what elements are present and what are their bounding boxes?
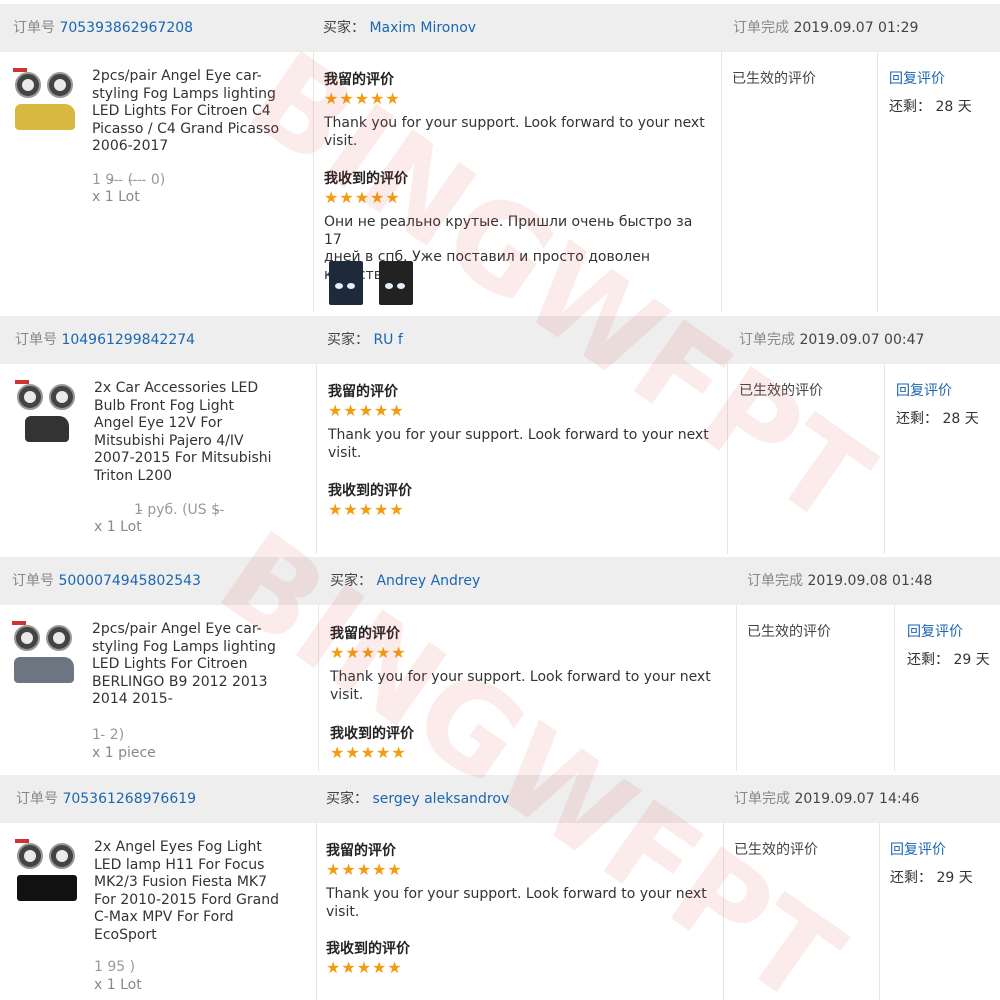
product-image[interactable]: [15, 380, 79, 444]
received-review-heading: 我收到的评价: [326, 941, 410, 957]
my-review-text: Thank you for your support. Look forward…: [326, 886, 707, 920]
product-title[interactable]: 2pcs/pair Angel Eye car-styling Fog Lamp…: [92, 621, 307, 709]
product-quantity: x 1 Lot: [94, 519, 142, 535]
product-price: 1 9̵ ̵ ̵ (̵ ̵ ̵ ̵ 0): [92, 172, 166, 188]
buyer: 买家： Maxim Mironov: [323, 20, 477, 36]
order-number-link[interactable]: 705361268976619: [62, 791, 196, 807]
buyer: 买家： RU f: [327, 332, 403, 348]
buyer-name-link[interactable]: Andrey Andrey: [376, 573, 480, 589]
order-number-link[interactable]: 5000074945802543: [58, 573, 201, 589]
reply-review-link[interactable]: 回复评价: [890, 839, 946, 859]
completed-time: 订单完成 2019.09.07 01:29: [733, 20, 919, 36]
reply-review-link[interactable]: 回复评价: [907, 621, 963, 641]
product-quantity: x 1 piece: [92, 745, 156, 761]
review-status: 已生效的评价: [734, 842, 818, 858]
review-photo[interactable]: [379, 261, 413, 305]
received-review-heading: 我收到的评价: [330, 726, 414, 742]
days-remaining: 还剩： 29 天: [890, 870, 973, 886]
completed-time: 订单完成 2019.09.08 01:48: [747, 573, 933, 589]
received-review-heading: 我收到的评价: [328, 483, 412, 499]
buyer: 买家： Andrey Andrey: [330, 573, 481, 589]
buyer-name-link[interactable]: RU f: [373, 332, 402, 348]
my-review-heading: 我留的评价: [328, 384, 398, 400]
order-header: 订单号 705393862967208 买家： Maxim Mironov 订单…: [0, 4, 1000, 52]
review-photo[interactable]: [329, 261, 363, 305]
days-remaining: 还剩： 28 天: [896, 411, 979, 427]
my-review-text: Thank you for your support. Look forward…: [324, 115, 705, 149]
review-status: 已生效的评价: [732, 71, 816, 87]
order-body: 2x Angel Eyes Fog Light LED lamp H11 For …: [0, 823, 1000, 1000]
received-review-stars: ★★★★★: [330, 743, 407, 762]
reply-review-link[interactable]: 回复评价: [896, 380, 952, 400]
buyer: 买家： sergey aleksandrov: [326, 791, 510, 807]
buyer-name-link[interactable]: Maxim Mironov: [369, 20, 476, 36]
days-remaining: 还剩： 29 天: [907, 652, 990, 668]
product-title[interactable]: 2x Angel Eyes Fog Light LED lamp H11 For …: [94, 839, 304, 944]
order-number: 订单号 705361268976619: [16, 791, 197, 807]
product-image[interactable]: [15, 839, 79, 903]
order-body: 2pcs/pair Angel Eye car-styling Fog Lamp…: [0, 52, 1000, 312]
product-title[interactable]: 2pcs/pair Angel Eye car-styling Fog Lamp…: [92, 68, 302, 156]
completed-time: 订单完成 2019.09.07 00:47: [739, 332, 925, 348]
my-review-heading: 我留的评价: [330, 626, 400, 642]
received-review-stars: ★★★★★: [328, 500, 405, 519]
product-image[interactable]: [12, 621, 76, 685]
order-number: 订单号 705393862967208: [13, 20, 194, 36]
order-number-link[interactable]: 705393862967208: [59, 20, 193, 36]
my-review-text: Thank you for your support. Look forward…: [330, 669, 711, 703]
product-title[interactable]: 2x Car Accessories LED Bulb Front Fog Lig…: [94, 380, 304, 485]
my-review-heading: 我留的评价: [324, 72, 394, 88]
my-review-stars: ★★★★★: [326, 860, 403, 879]
days-remaining: 还剩： 28 天: [889, 99, 972, 115]
order-body: 2x Car Accessories LED Bulb Front Fog Lig…: [0, 364, 1000, 554]
reply-review-link[interactable]: 回复评价: [889, 68, 945, 88]
product-price: 1 ̵ 2): [92, 727, 125, 743]
my-review-heading: 我留的评价: [326, 843, 396, 859]
order-header: 订单号 5000074945802543 买家： Andrey Andrey 订…: [0, 557, 1000, 605]
order-header: 订单号 104961299842274 买家： RU f 订单完成 2019.0…: [0, 316, 1000, 364]
completed-time: 订单完成 2019.09.07 14:46: [734, 791, 920, 807]
product-price: 1 95 ): [94, 959, 136, 975]
order-header: 订单号 705361268976619 买家： sergey aleksandr…: [0, 775, 1000, 823]
buyer-name-link[interactable]: sergey aleksandrov: [372, 791, 509, 807]
product-quantity: x 1 Lot: [92, 189, 140, 205]
order-number: 订单号 104961299842274: [15, 332, 196, 348]
product-price: 1̵ руб. (US $̵ ̵: [134, 502, 225, 518]
product-quantity: x 1 Lot: [94, 977, 142, 993]
received-review-stars: ★★★★★: [324, 188, 401, 207]
my-review-stars: ★★★★★: [330, 643, 407, 662]
review-status: 已生效的评价: [739, 383, 823, 399]
received-review-heading: 我收到的评价: [324, 171, 408, 187]
my-review-stars: ★★★★★: [328, 401, 405, 420]
order-number-link[interactable]: 104961299842274: [61, 332, 195, 348]
order-number: 订单号 5000074945802543: [12, 573, 201, 589]
review-status: 已生效的评价: [747, 624, 831, 640]
product-image[interactable]: [13, 68, 77, 132]
my-review-stars: ★★★★★: [324, 89, 401, 108]
order-body: 2pcs/pair Angel Eye car-styling Fog Lamp…: [0, 605, 1000, 771]
my-review-text: Thank you for your support. Look forward…: [328, 427, 709, 461]
received-review-stars: ★★★★★: [326, 958, 403, 977]
